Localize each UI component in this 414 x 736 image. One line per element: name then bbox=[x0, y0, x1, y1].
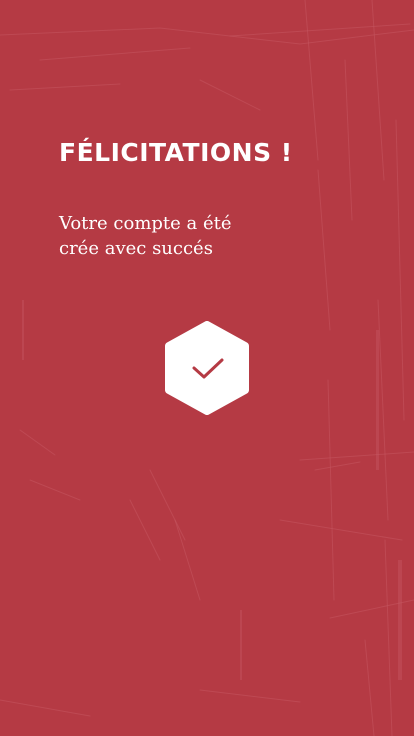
success-message: Votre compte a été crée avec succés bbox=[59, 211, 299, 261]
check-icon bbox=[165, 321, 249, 415]
success-message-line-1: Votre compte a été bbox=[59, 213, 232, 234]
page-title: FÉLICITATIONS ! bbox=[59, 138, 293, 167]
success-message-line-2: crée avec succés bbox=[59, 238, 213, 259]
hexagon-badge bbox=[165, 321, 249, 415]
